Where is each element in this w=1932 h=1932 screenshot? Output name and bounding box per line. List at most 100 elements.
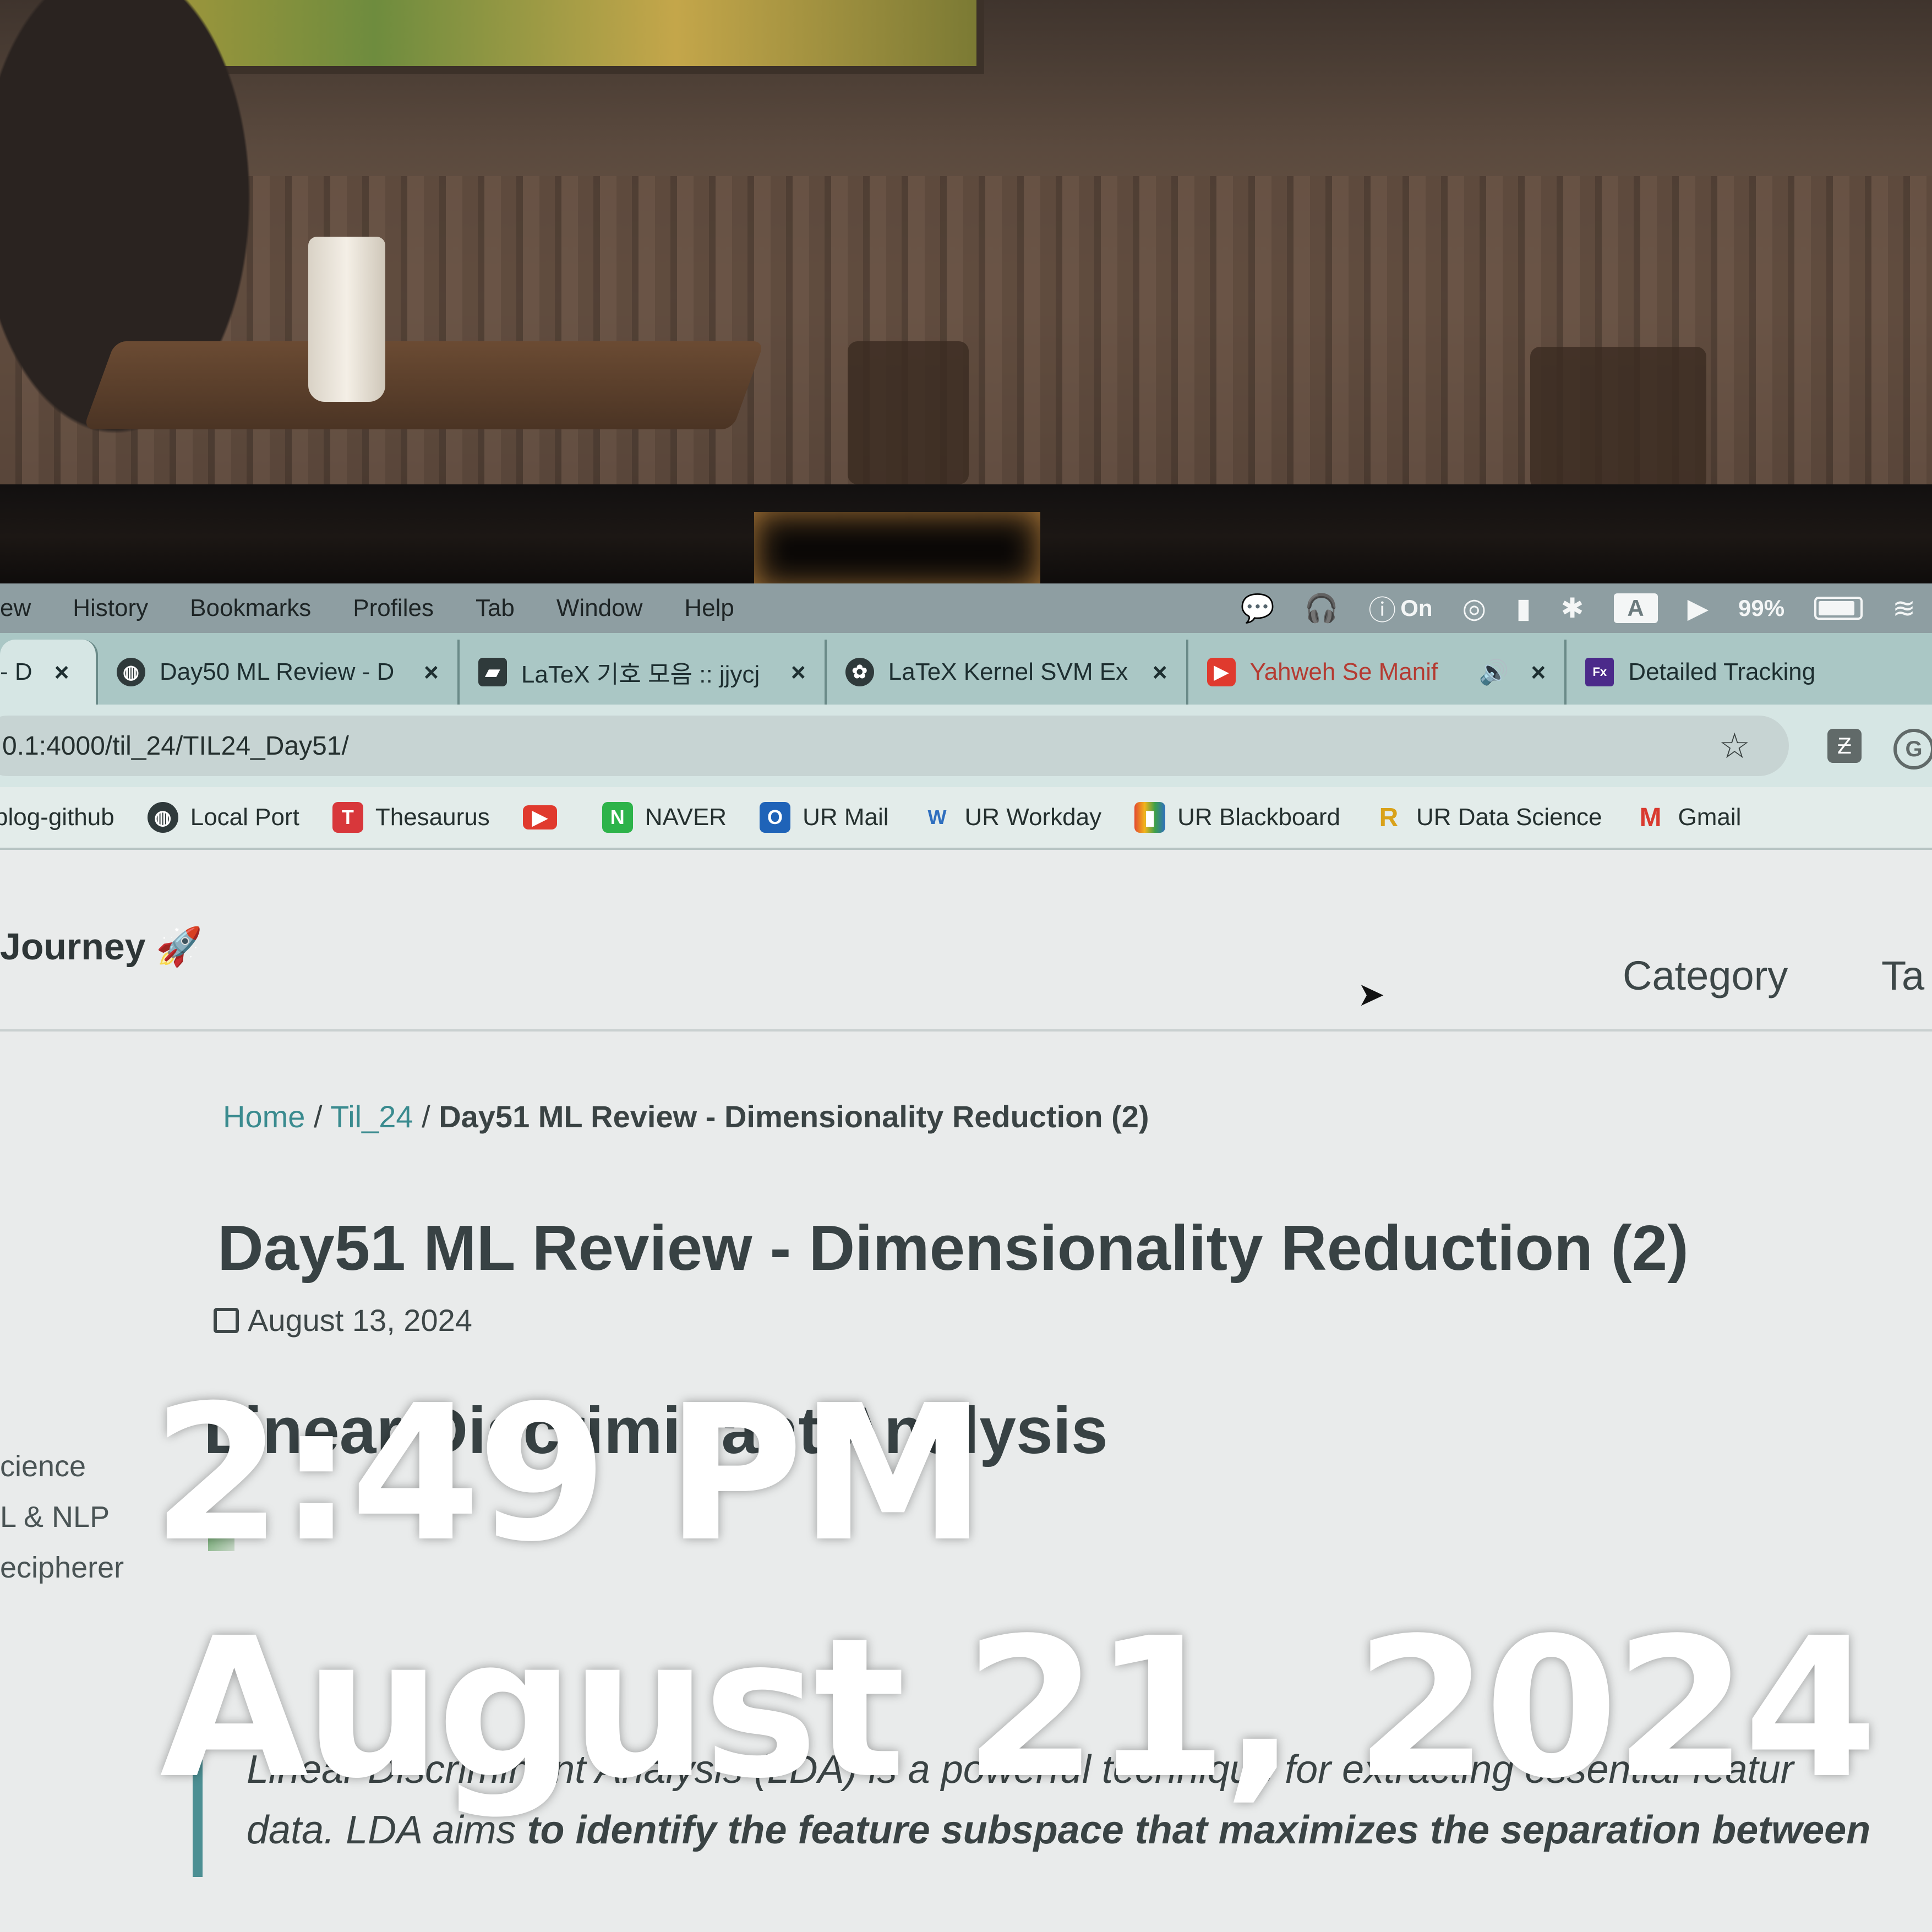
chat-icon: ▰ — [478, 658, 507, 686]
menu-help[interactable]: Help — [663, 594, 755, 622]
extension-icon[interactable]: Ƶ — [1827, 729, 1862, 763]
tab-title: Day50 ML Review - D — [160, 658, 395, 685]
bluetooth-icon[interactable]: ✱ — [1561, 592, 1584, 624]
bookmark-youtube[interactable]: ▶ — [522, 805, 569, 829]
breadcrumb: Home / Til_24 / Day51 ML Review - Dimens… — [223, 1099, 1149, 1134]
grammarly-icon[interactable]: G — [1893, 729, 1932, 769]
youtube-icon: ▶ — [522, 805, 557, 829]
tab-strip: - D × ◍ Day50 ML Review - D × ▰ LaTeX 기호… — [0, 633, 1932, 705]
speaker-icon[interactable]: 🔊 — [1479, 658, 1509, 686]
camera-notch — [754, 512, 1040, 589]
chair — [1530, 347, 1706, 490]
sidebar-item[interactable]: cience — [0, 1441, 124, 1492]
tab-title: LaTeX 기호 모음 :: jjycj — [521, 661, 760, 688]
menu-tab[interactable]: Tab — [455, 594, 536, 622]
battery-icon[interactable] — [1814, 597, 1863, 620]
bookmark-ur-mail[interactable]: O UR Mail — [760, 802, 889, 833]
messages-icon[interactable]: 💬 — [1241, 592, 1275, 625]
bookmark-label: NAVER — [645, 804, 727, 831]
close-icon[interactable]: × — [1153, 657, 1167, 687]
tab-youtube[interactable]: ▶ Yahweh Se Manif 🔊 × — [1188, 640, 1567, 705]
coffee-cup — [308, 237, 385, 402]
tab-title: Yahweh Se Manif — [1249, 658, 1438, 685]
bookmark-thesaurus[interactable]: T Thesaurus — [332, 802, 490, 833]
naver-icon: N — [602, 802, 633, 833]
youtube-icon: ▶ — [1207, 658, 1236, 686]
contact-icon[interactable]: ▮ — [1516, 592, 1531, 624]
address-bar[interactable]: 0.1:4000/til_24/TIL24_Day51/ ☆ — [0, 716, 1789, 776]
page-title: Day51 ML Review - Dimensionality Reducti… — [217, 1212, 1689, 1284]
breadcrumb-current: Day51 ML Review - Dimensionality Reducti… — [439, 1099, 1149, 1134]
openai-icon: ✿ — [845, 658, 874, 686]
fedex-icon: Fx — [1585, 658, 1614, 686]
bookmark-label: UR Data Science — [1416, 804, 1602, 831]
workday-icon: W — [927, 806, 947, 828]
battery-percent: 99% — [1738, 595, 1785, 621]
r-logo-icon: R — [1379, 803, 1399, 832]
thesaurus-icon: T — [332, 802, 363, 833]
menu-bar: ew History Bookmarks Profiles Tab Window… — [0, 583, 1932, 633]
tab-latex-kernel-svm[interactable]: ✿ LaTeX Kernel SVM Ex × — [827, 640, 1188, 705]
breadcrumb-separator: / — [313, 1099, 331, 1134]
wifi-icon[interactable]: ≋ — [1892, 592, 1915, 624]
nav-tags[interactable]: Ta — [1881, 952, 1924, 999]
bookmark-local-port[interactable]: ◍ Local Port — [147, 802, 299, 833]
headphones-icon[interactable]: 🎧 — [1305, 592, 1339, 625]
site-title[interactable]: Journey 🚀 — [0, 925, 203, 969]
close-icon[interactable]: × — [1531, 657, 1546, 687]
airdrop-icon[interactable]: ◎ — [1462, 592, 1487, 624]
bookmark-label: Local Port — [190, 804, 299, 831]
nav-category[interactable]: Category — [1623, 952, 1788, 999]
calendar-icon — [214, 1307, 239, 1333]
breadcrumb-section[interactable]: Til_24 — [330, 1099, 413, 1134]
tab-title: Detailed Tracking — [1628, 658, 1816, 685]
bookmark-ur-blackboard[interactable]: ▮ UR Blackboard — [1134, 802, 1340, 833]
mouse-cursor-icon: ➤ — [1357, 976, 1385, 1013]
overlay-time: 2:49 PM — [152, 1365, 986, 1583]
bookmark-label: UR Mail — [803, 804, 889, 831]
sidebar-categories: cience L & NLP ecipherer — [0, 1441, 124, 1593]
url-text: 0.1:4000/til_24/TIL24_Day51/ — [2, 731, 349, 761]
bookmark-ur-data-science[interactable]: R UR Data Science — [1373, 802, 1602, 833]
bookmark-label: UR Blackboard — [1177, 804, 1340, 831]
close-icon[interactable]: × — [791, 657, 806, 687]
menu-profiles[interactable]: Profiles — [332, 594, 455, 622]
bookmark-ur-workday[interactable]: W UR Workday — [922, 802, 1102, 833]
energy-status[interactable]: ⓘ On — [1368, 588, 1432, 628]
tab-latex-symbols[interactable]: ▰ LaTeX 기호 모음 :: jjycj × — [460, 640, 827, 705]
globe-icon: ◍ — [147, 802, 178, 833]
bookmark-blog-github[interactable]: blog-github — [0, 804, 114, 831]
tab-previous[interactable]: - D × — [0, 640, 98, 705]
tab-title: - D — [0, 658, 32, 685]
breadcrumb-home[interactable]: Home — [223, 1099, 305, 1134]
bookmark-star-icon[interactable]: ☆ — [1719, 725, 1750, 767]
play-icon[interactable]: ▶ — [1688, 592, 1709, 624]
menu-window[interactable]: Window — [536, 594, 664, 622]
tab-day50[interactable]: ◍ Day50 ML Review - D × — [98, 640, 460, 705]
sidebar-item[interactable]: L & NLP — [0, 1492, 124, 1542]
bookmark-label: UR Workday — [964, 804, 1102, 831]
site-header — [0, 848, 1932, 1032]
tab-fedex[interactable]: Fx Detailed Tracking — [1567, 640, 1834, 705]
menu-bookmarks[interactable]: Bookmarks — [169, 594, 332, 622]
post-date-text: August 13, 2024 — [248, 1303, 472, 1338]
cafe-table — [83, 341, 765, 429]
bookmark-label: Thesaurus — [375, 804, 490, 831]
post-date: August 13, 2024 — [214, 1302, 472, 1338]
sidebar-item[interactable]: ecipherer — [0, 1542, 124, 1593]
bookmark-gmail[interactable]: M Gmail — [1635, 802, 1741, 833]
blackboard-icon: ▮ — [1134, 802, 1166, 833]
globe-icon: ◍ — [117, 658, 145, 686]
menu-view[interactable]: ew — [0, 594, 52, 622]
menu-history[interactable]: History — [52, 594, 169, 622]
bookmark-label: blog-github — [0, 804, 114, 831]
tab-title: LaTeX Kernel SVM Ex — [888, 658, 1128, 685]
outlook-icon: O — [760, 802, 791, 833]
overlay-date: August 21, 2024 — [160, 1596, 1878, 1821]
breadcrumb-separator: / — [422, 1099, 439, 1134]
close-icon[interactable]: × — [424, 657, 439, 687]
bookmarks-bar: blog-github ◍ Local Port T Thesaurus ▶ N… — [0, 787, 1932, 850]
close-icon[interactable]: × — [54, 657, 69, 687]
bookmark-naver[interactable]: N NAVER — [602, 802, 727, 833]
input-source-icon[interactable]: A — [1613, 593, 1658, 623]
